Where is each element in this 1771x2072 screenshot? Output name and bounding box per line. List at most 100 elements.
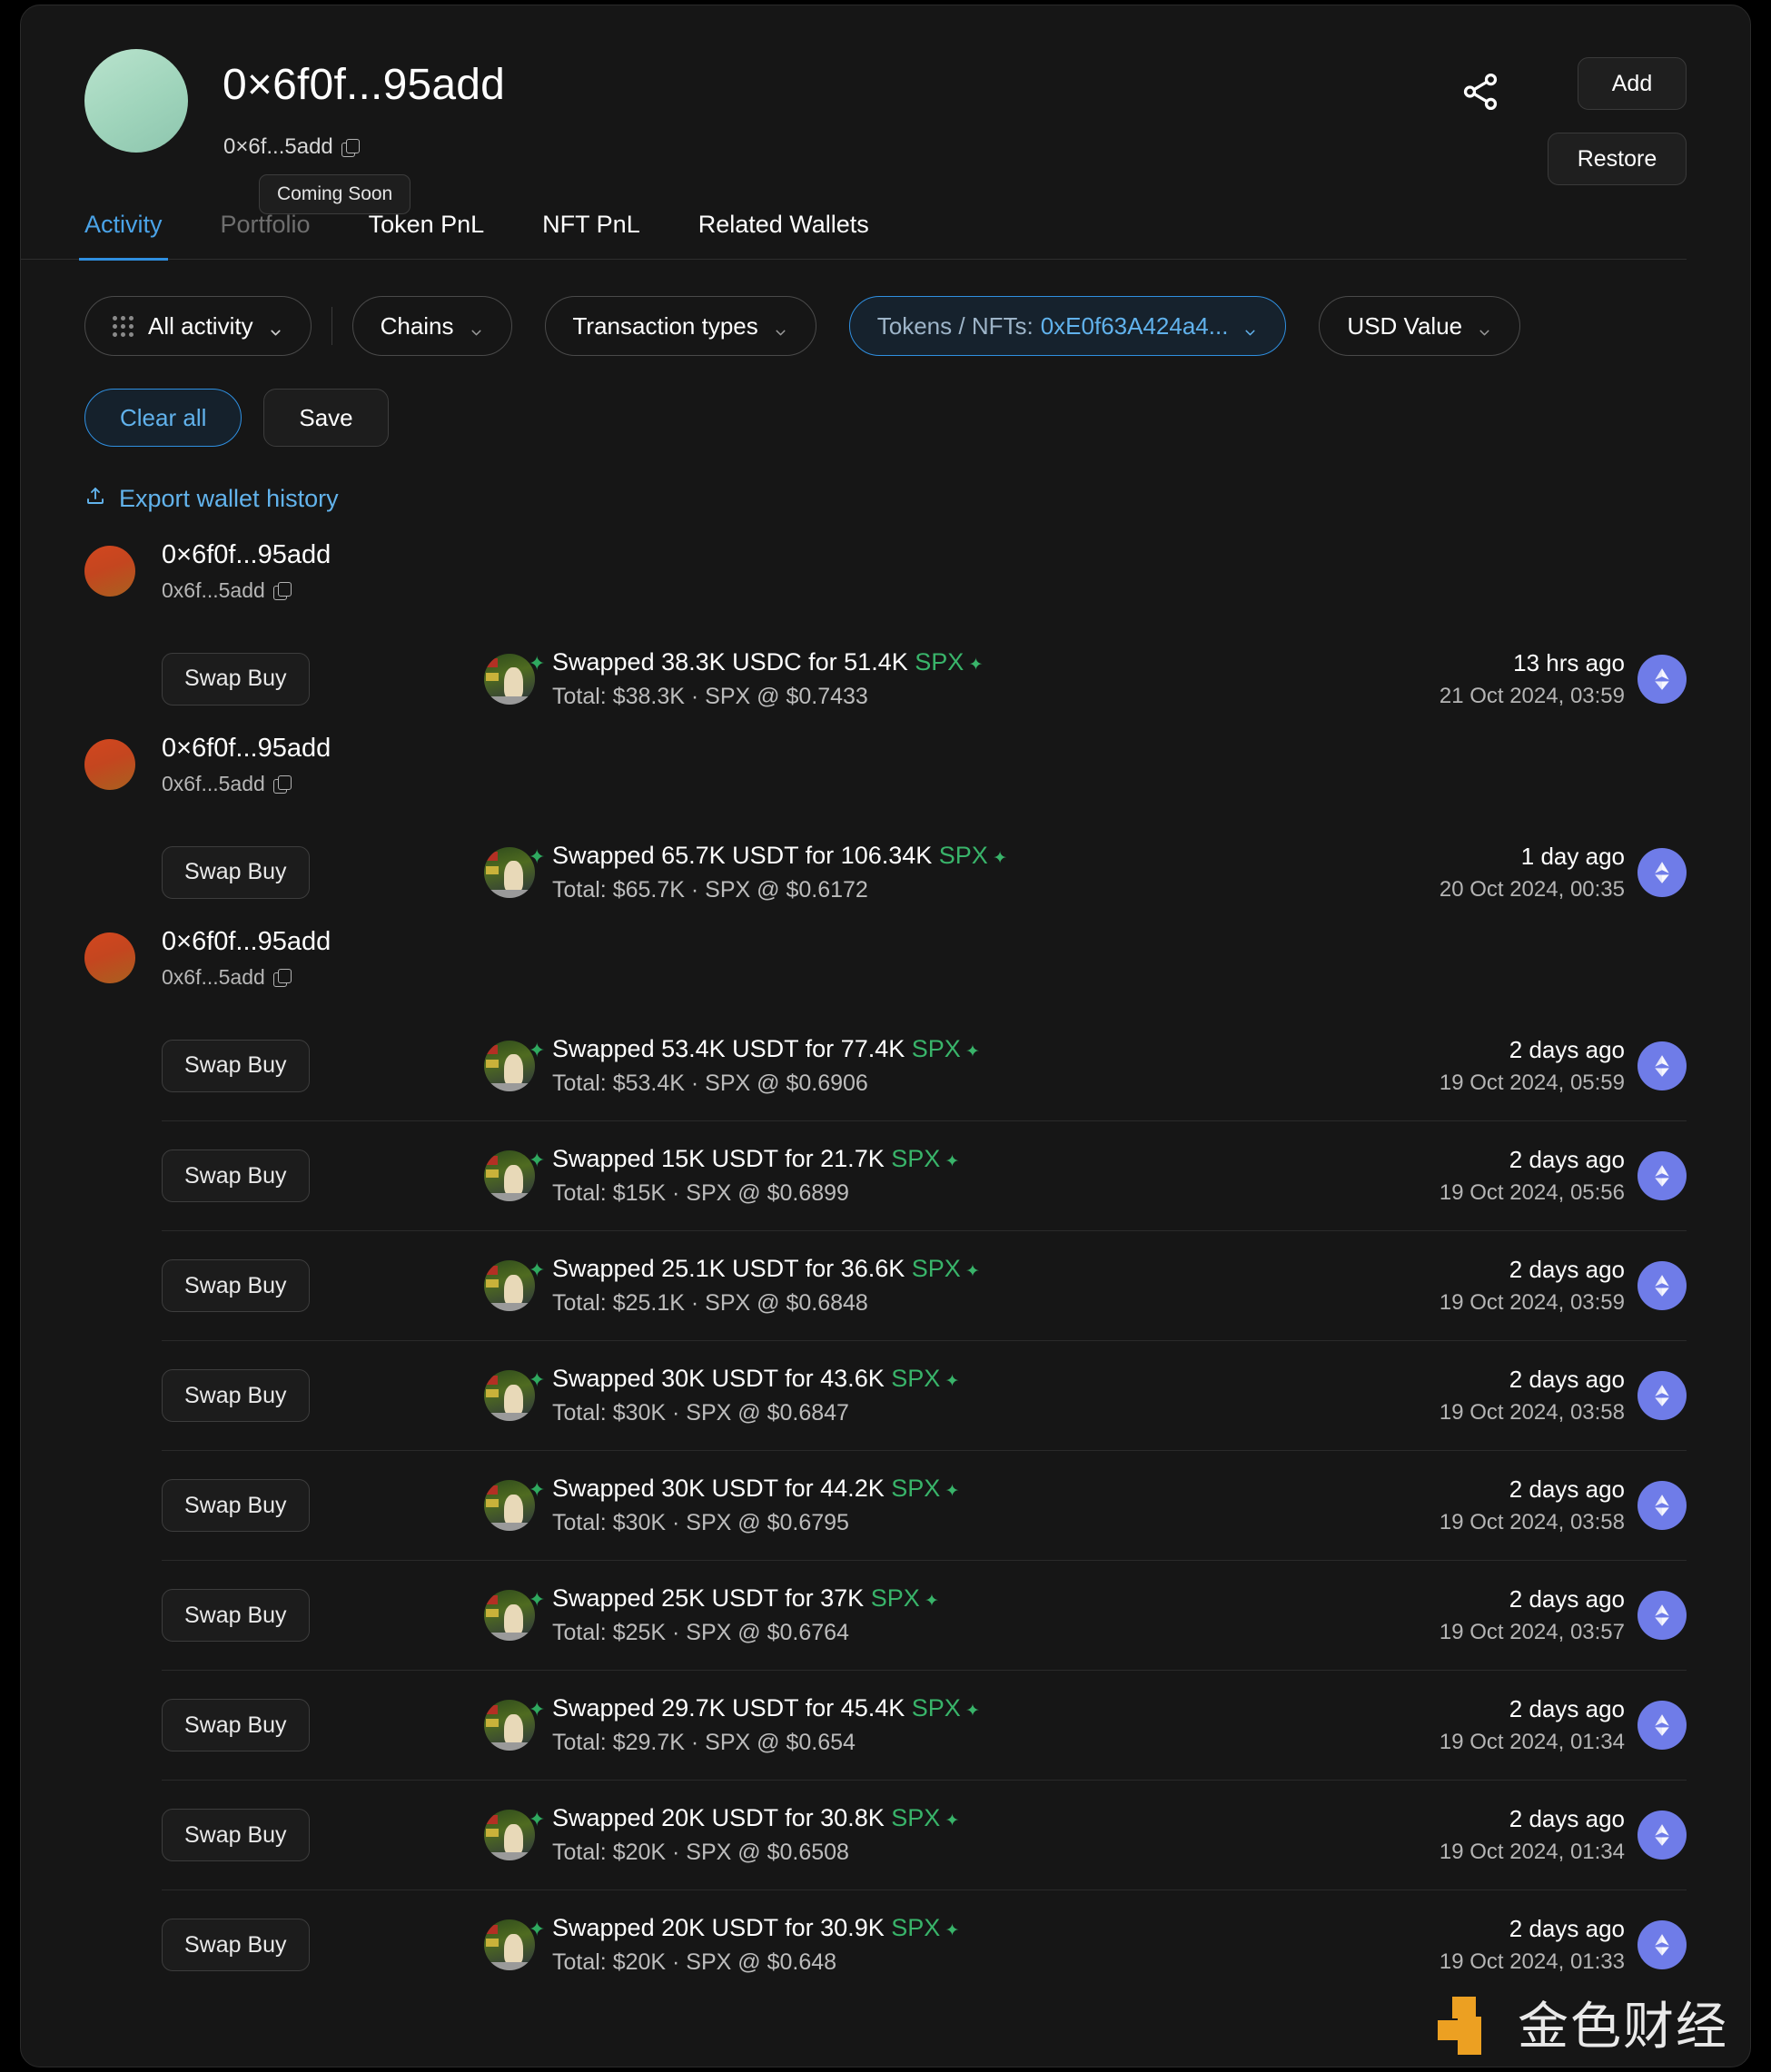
filter-usd-value[interactable]: USD Value xyxy=(1319,296,1521,356)
activity-timestamp: 2 days ago 19 Oct 2024, 01:34 xyxy=(1440,1695,1625,1755)
swap-buy-button[interactable]: Swap Buy xyxy=(162,1149,310,1202)
activity-timestamp: 2 days ago 19 Oct 2024, 03:57 xyxy=(1440,1585,1625,1645)
activity-description-text: Swapped 20K USDT for 30.8K xyxy=(552,1804,892,1831)
filter-transaction-types[interactable]: Transaction types xyxy=(544,296,816,356)
swap-buy-button[interactable]: Swap Buy xyxy=(162,845,310,899)
activity-detail: Total: $65.7K · SPX @ $0.6172 xyxy=(552,876,868,903)
activity-row-content: Swapped 15K USDT for 21.7K SPX ✦ Total: $… xyxy=(552,1145,959,1207)
activity-description: Swapped 20K USDT for 30.9K SPX ✦ xyxy=(552,1914,959,1942)
ethereum-chain-icon xyxy=(1637,1041,1687,1090)
activity-row[interactable]: Swap Buy ✦ Swapped 53.4K USDT for 77.4K SP… xyxy=(162,1011,1687,1120)
activity-row[interactable]: Swap Buy ✦ Swapped 29.7K USDT for 45.4K SP… xyxy=(162,1670,1687,1780)
token-symbol: SPX xyxy=(891,1914,941,1941)
token-avatar-icon xyxy=(484,1040,535,1091)
filter-tokens-nfts[interactable]: Tokens / NFTs: 0xE0f63A424a4... xyxy=(848,296,1287,356)
activity-description-text: Swapped 30K USDT for 44.2K xyxy=(552,1475,892,1502)
swap-buy-button[interactable]: Swap Buy xyxy=(162,652,310,705)
token-verified-star-icon: ✦ xyxy=(529,1038,546,1061)
swap-buy-button[interactable]: Swap Buy xyxy=(162,1809,310,1861)
activity-row[interactable]: Swap Buy ✦ Swapped 15K USDT for 21.7K SPX … xyxy=(162,1120,1687,1230)
activity-description: Swapped 30K USDT for 44.2K SPX ✦ xyxy=(552,1475,959,1503)
ethereum-chain-icon xyxy=(1637,654,1687,704)
token-avatar-icon xyxy=(484,1150,535,1201)
token-symbol: SPX xyxy=(891,1804,941,1831)
tab-activity[interactable]: Activity xyxy=(79,211,168,261)
token-symbol: SPX xyxy=(891,1145,941,1172)
export-wallet-history-link[interactable]: Export wallet history xyxy=(21,447,1750,513)
activity-row[interactable]: Swap Buy ✦ Swapped 38.3K USDC for 51.4K SP… xyxy=(162,624,1687,734)
token-avatar-icon xyxy=(484,1810,535,1860)
activity-row[interactable]: Swap Buy ✦ Swapped 30K USDT for 43.6K SPX … xyxy=(162,1340,1687,1450)
activity-row[interactable]: Swap Buy ✦ Swapped 25K USDT for 37K SPX ✦ T… xyxy=(162,1560,1687,1670)
swap-buy-button[interactable]: Swap Buy xyxy=(162,1369,310,1422)
wallet-address-short: 0×6f...5add xyxy=(223,134,360,160)
group-wallet-address-text: 0x6f...5add xyxy=(162,578,265,602)
swap-buy-button[interactable]: Swap Buy xyxy=(162,1589,310,1642)
activity-absolute-date: 19 Oct 2024, 01:34 xyxy=(1439,1840,1625,1864)
token-verified-star-icon: ✦ xyxy=(529,1258,546,1281)
token-symbol: SPX xyxy=(911,1694,961,1722)
token-symbol: SPX xyxy=(891,1365,941,1392)
copy-icon[interactable] xyxy=(272,969,292,987)
token-star-icon: ✦ xyxy=(940,1372,960,1391)
save-button[interactable]: Save xyxy=(263,389,389,447)
add-button[interactable]: Add xyxy=(1578,57,1687,110)
activity-detail: Total: $25.1K · SPX @ $0.6848 xyxy=(552,1290,868,1316)
tab-portfolio[interactable]: Portfolio xyxy=(221,211,311,259)
tab-token-pnl[interactable]: Token PnL xyxy=(369,211,485,259)
activity-detail: Total: $29.7K · SPX @ $0.654 xyxy=(552,1730,856,1755)
activity-row[interactable]: Swap Buy ✦ Swapped 20K USDT for 30.8K SPX … xyxy=(162,1780,1687,1889)
token-star-icon: ✦ xyxy=(960,1262,980,1281)
tab-related-wallets[interactable]: Related Wallets xyxy=(698,211,869,259)
activity-row-content: Swapped 65.7K USDT for 106.34K SPX ✦ Tota… xyxy=(552,842,1007,903)
group-avatar xyxy=(84,739,135,790)
restore-button[interactable]: Restore xyxy=(1548,133,1687,185)
token-avatar-icon xyxy=(484,1590,535,1641)
activity-row[interactable]: Swap Buy ✦ Swapped 25.1K USDT for 36.6K SP… xyxy=(162,1230,1687,1340)
activity-relative-time: 2 days ago xyxy=(1509,1146,1625,1173)
grid-icon xyxy=(113,315,134,337)
share-icon[interactable] xyxy=(1459,71,1501,113)
activity-timestamp: 2 days ago 19 Oct 2024, 05:56 xyxy=(1440,1146,1625,1206)
activity-relative-time: 2 days ago xyxy=(1509,1035,1625,1063)
activity-detail: Total: $20K · SPX @ $0.648 xyxy=(552,1949,837,1975)
activity-row[interactable]: Swap Buy ✦ Swapped 30K USDT for 44.2K SPX … xyxy=(162,1450,1687,1560)
copy-icon[interactable] xyxy=(272,775,292,794)
group-wallet-title: 0×6f0f...95add xyxy=(162,927,331,956)
activity-absolute-date: 19 Oct 2024, 03:57 xyxy=(1439,1620,1625,1644)
activity-detail: Total: $25K · SPX @ $0.6764 xyxy=(552,1620,849,1645)
activity-description: Swapped 30K USDT for 43.6K SPX ✦ xyxy=(552,1365,959,1393)
token-avatar-icon xyxy=(484,846,535,898)
token-symbol: SPX xyxy=(891,1475,941,1502)
activity-group-header: 0×6f0f...95add 0x6f...5add xyxy=(21,734,1750,817)
ethereum-chain-icon xyxy=(1637,1591,1687,1640)
activity-absolute-date: 19 Oct 2024, 03:58 xyxy=(1439,1510,1625,1534)
copy-icon[interactable] xyxy=(341,138,360,157)
filter-chains[interactable]: Chains xyxy=(351,296,512,356)
swap-buy-button[interactable]: Swap Buy xyxy=(162,1919,310,1971)
token-verified-star-icon: ✦ xyxy=(529,1698,546,1721)
activity-detail: Total: $30K · SPX @ $0.6795 xyxy=(552,1510,849,1535)
swap-buy-button[interactable]: Swap Buy xyxy=(162,1039,310,1092)
activity-row[interactable]: Swap Buy ✦ Swapped 20K USDT for 30.9K SPX … xyxy=(162,1889,1687,1999)
swap-buy-button[interactable]: Swap Buy xyxy=(162,1699,310,1751)
group-wallet-title: 0×6f0f...95add xyxy=(162,540,331,569)
swap-buy-button[interactable]: Swap Buy xyxy=(162,1259,310,1312)
activity-row-content: Swapped 29.7K USDT for 45.4K SPX ✦ Total:… xyxy=(552,1694,980,1756)
swap-buy-button[interactable]: Swap Buy xyxy=(162,1479,310,1532)
activity-absolute-date: 21 Oct 2024, 03:59 xyxy=(1439,683,1625,708)
ethereum-chain-icon xyxy=(1637,1811,1687,1860)
activity-timestamp: 2 days ago 19 Oct 2024, 03:59 xyxy=(1440,1256,1625,1316)
token-star-icon: ✦ xyxy=(940,1482,960,1501)
wallet-address-text: 0×6f...5add xyxy=(223,134,333,159)
token-symbol: SPX xyxy=(911,1034,961,1062)
activity-description: Swapped 25K USDT for 37K SPX ✦ xyxy=(552,1584,939,1613)
copy-icon[interactable] xyxy=(272,582,292,600)
token-symbol: SPX xyxy=(911,1255,961,1282)
filter-all-activity[interactable]: All activity xyxy=(84,296,312,356)
activity-description: Swapped 65.7K USDT for 106.34K SPX ✦ xyxy=(552,842,1007,870)
tab-nft-pnl[interactable]: NFT PnL xyxy=(542,211,640,259)
clear-all-button[interactable]: Clear all xyxy=(84,389,242,447)
filter-transaction-types-label: Transaction types xyxy=(572,311,758,340)
activity-row[interactable]: Swap Buy ✦ Swapped 65.7K USDT for 106.34K … xyxy=(162,817,1687,927)
